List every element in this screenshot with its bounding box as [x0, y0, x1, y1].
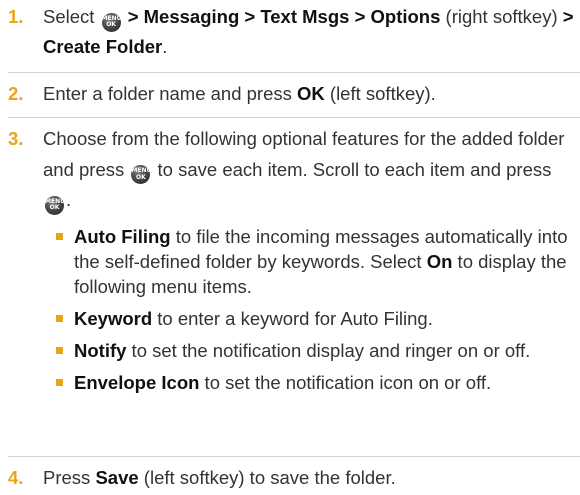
- divider: [8, 117, 580, 118]
- key-term: On: [426, 250, 453, 272]
- step-number: 4.: [8, 467, 24, 488]
- step-2: 2. Enter a folder name and press OK (lef…: [8, 79, 576, 108]
- feature-term: Envelope Icon: [74, 371, 200, 393]
- feature-term: Auto Filing: [74, 225, 171, 247]
- step-number: 2.: [8, 83, 24, 104]
- bullet-icon: [56, 346, 63, 354]
- step-text: Press Save (left softkey) to save the fo…: [43, 467, 396, 488]
- feature-description: to set the notification display and ring…: [126, 339, 531, 361]
- menu-ok-key-icon: MENU OK: [131, 165, 151, 184]
- step-3: 3. Choose from the following optional fe…: [8, 124, 576, 402]
- step-text: Choose from the following optional featu…: [43, 124, 576, 216]
- divider: [8, 456, 580, 457]
- feature-description: to enter a keyword for Auto Filing.: [152, 307, 433, 329]
- feature-item-keyword: Keyword to enter a keyword for Auto Fili…: [55, 306, 576, 331]
- feature-item-auto-filing: Auto Filing to file the incoming message…: [55, 224, 576, 299]
- bullet-icon: [56, 314, 63, 322]
- feature-term: Keyword: [74, 307, 153, 329]
- step-text: Select MENU OK > Messaging > Text Msgs > …: [43, 6, 574, 57]
- feature-description: to set the notification icon on or off.: [199, 371, 492, 393]
- instruction-page: 1. Select MENU OK > Messaging > Text Msgs…: [0, 0, 580, 495]
- feature-list: Auto Filing to file the incoming message…: [8, 224, 576, 395]
- feature-item-envelope-icon: Envelope Icon to set the notification ic…: [55, 370, 576, 395]
- key-term: OK: [297, 83, 325, 104]
- bullet-icon: [56, 232, 63, 240]
- divider: [8, 72, 580, 73]
- step-number: 3.: [8, 128, 24, 149]
- feature-term: Notify: [74, 339, 127, 361]
- menu-ok-key-icon: MENU OK: [101, 12, 122, 32]
- key-term: > Messaging > Text Msgs > Options: [122, 6, 441, 27]
- feature-item-notify: Notify to set the notification display a…: [55, 338, 576, 363]
- step-1: 1. Select MENU OK > Messaging > Text Msgs…: [8, 2, 576, 61]
- step-4: 4. Press Save (left softkey) to save the…: [8, 463, 576, 492]
- bullet-icon: [56, 378, 63, 386]
- step-number: 1.: [8, 6, 24, 27]
- step-text: Enter a folder name and press OK (left s…: [43, 83, 436, 104]
- menu-ok-key-icon: MENU OK: [45, 195, 65, 215]
- key-term: Save: [95, 467, 139, 488]
